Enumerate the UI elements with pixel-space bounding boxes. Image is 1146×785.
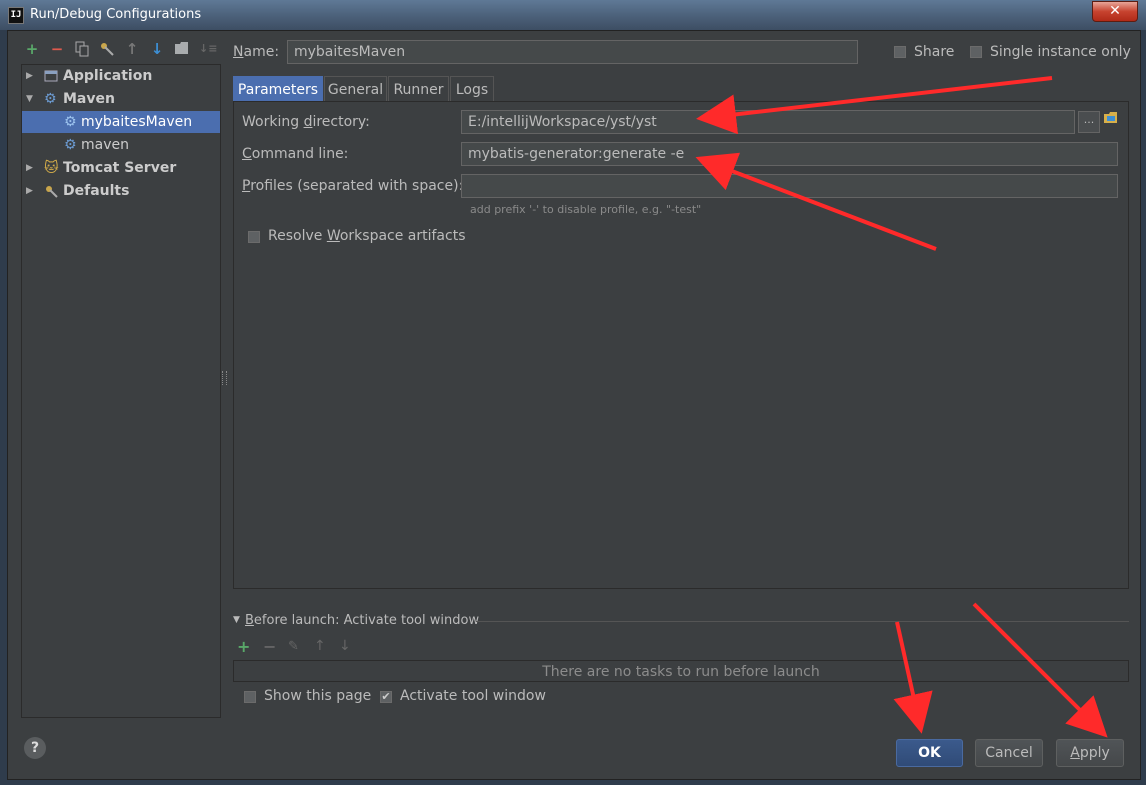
run-debug-dialog: + − ↑ ↓ ↓≡ ▶ Application ▼ ⚙ Maven ⚙ myb… — [7, 30, 1141, 780]
maven-icon: ⚙ — [44, 91, 57, 107]
tree-item-label: maven — [81, 137, 129, 153]
tree-item-label: Maven — [63, 91, 115, 107]
tab-parameters[interactable]: Parameters — [233, 76, 323, 102]
splitter-handle[interactable] — [222, 371, 227, 385]
apply-button[interactable]: Apply — [1056, 739, 1124, 767]
tree-item-application[interactable]: ▶ Application — [22, 65, 220, 87]
tasks-list: There are no tasks to run before launch — [233, 660, 1129, 682]
maven-config-icon: ⚙ — [64, 137, 77, 153]
copy-icon[interactable] — [74, 41, 90, 57]
remove-task-icon[interactable]: − — [263, 637, 276, 656]
resolve-workspace-label: Resolve Workspace artifacts — [268, 228, 466, 244]
show-page-checkbox[interactable] — [244, 691, 256, 703]
ok-button[interactable]: OK — [896, 739, 963, 767]
collapse-arrow-icon[interactable]: ▼ — [233, 615, 240, 625]
wrench-icon[interactable] — [99, 41, 115, 57]
move-task-down-icon[interactable]: ↓ — [339, 638, 351, 654]
title-bar: IJ Run/Debug Configurations ✕ — [0, 0, 1146, 30]
window-title: Run/Debug Configurations — [30, 7, 202, 22]
command-line-label: Command line: — [242, 146, 349, 162]
add-task-icon[interactable]: + — [237, 637, 250, 656]
command-line-field[interactable]: mybatis-generator:generate -e — [461, 142, 1118, 166]
tree-item-defaults[interactable]: ▶ Defaults — [22, 180, 220, 202]
close-button[interactable]: ✕ — [1092, 1, 1138, 22]
tree-item-label: Defaults — [63, 183, 130, 199]
tab-runner[interactable]: Runner — [388, 76, 449, 102]
activate-tool-window-checkbox[interactable]: ✔ — [380, 691, 392, 703]
tree-item-mybaitesmaven[interactable]: ⚙ mybaitesMaven — [22, 111, 220, 133]
name-label: Name: — [233, 44, 280, 60]
profiles-hint: add prefix '-' to disable profile, e.g. … — [470, 203, 702, 216]
intellij-app-icon: IJ — [8, 7, 24, 24]
tab-logs[interactable]: Logs — [450, 76, 494, 102]
tab-general[interactable]: General — [324, 76, 387, 102]
defaults-icon — [46, 186, 58, 198]
folder-browse-icon[interactable] — [1103, 111, 1119, 125]
before-launch-title: Before launch: Activate tool window — [245, 613, 480, 628]
cancel-button[interactable]: Cancel — [975, 739, 1043, 767]
section-divider — [476, 621, 1129, 622]
help-button[interactable]: ? — [24, 737, 46, 759]
tree-item-maven-config[interactable]: ⚙ maven — [22, 134, 220, 156]
tree-item-label: mybaitesMaven — [81, 114, 193, 130]
configuration-tree: ▶ Application ▼ ⚙ Maven ⚙ mybaitesMaven … — [21, 64, 221, 718]
tree-item-label: Application — [63, 68, 153, 84]
folder-icon[interactable] — [174, 41, 190, 57]
sort-icon[interactable]: ↓≡ — [199, 41, 217, 57]
tree-item-label: Tomcat Server — [63, 160, 177, 176]
name-field[interactable]: mybaitesMaven — [287, 40, 858, 64]
edit-task-icon[interactable]: ✎ — [288, 639, 299, 654]
move-up-icon[interactable]: ↑ — [124, 41, 140, 57]
browse-button[interactable]: ... — [1078, 111, 1100, 133]
move-task-up-icon[interactable]: ↑ — [314, 638, 326, 654]
application-icon — [44, 70, 58, 82]
move-down-icon[interactable]: ↓ — [149, 41, 165, 57]
show-page-label: Show this page — [264, 688, 372, 704]
share-checkbox[interactable] — [894, 46, 906, 58]
working-directory-label: Working directory: — [242, 114, 370, 130]
share-label: Share — [914, 44, 955, 60]
tree-item-tomcat-server[interactable]: ▶ 🐱 Tomcat Server — [22, 157, 220, 179]
activate-tool-window-label: Activate tool window — [400, 688, 546, 704]
remove-icon[interactable]: − — [49, 41, 65, 57]
profiles-field[interactable] — [461, 174, 1118, 198]
single-instance-checkbox[interactable] — [970, 46, 982, 58]
empty-tasks-text: There are no tasks to run before launch — [542, 664, 820, 680]
tomcat-icon: 🐱 — [44, 160, 59, 176]
tree-item-maven[interactable]: ▼ ⚙ Maven — [22, 88, 220, 110]
maven-config-icon: ⚙ — [64, 114, 77, 130]
working-directory-field[interactable]: E:/intellijWorkspace/yst/yst — [461, 110, 1075, 134]
single-instance-label: Single instance only — [990, 44, 1131, 60]
add-icon[interactable]: + — [24, 41, 40, 57]
profiles-label: Profiles (separated with space): — [242, 178, 464, 194]
resolve-workspace-checkbox[interactable] — [248, 231, 260, 243]
